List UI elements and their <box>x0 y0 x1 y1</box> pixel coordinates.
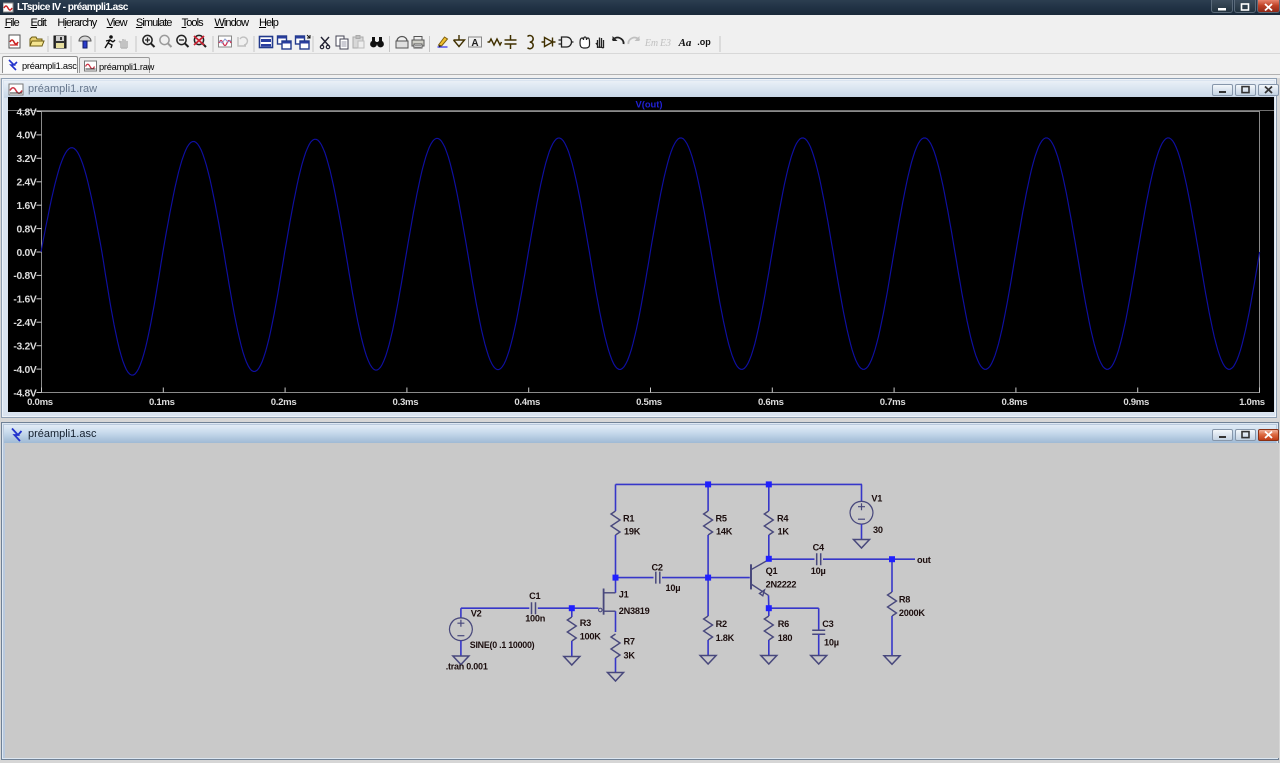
svg-text:R4: R4 <box>777 514 789 524</box>
svg-text:R3: R3 <box>580 618 591 628</box>
svg-text:2N2222: 2N2222 <box>766 580 797 590</box>
svg-text:C4: C4 <box>813 542 825 552</box>
svg-text:30: 30 <box>873 525 883 535</box>
svg-text:1.0ms: 1.0ms <box>1239 397 1265 408</box>
svg-text:V2: V2 <box>471 609 482 619</box>
svg-text:180: 180 <box>778 633 793 643</box>
svg-text:R8: R8 <box>899 594 910 604</box>
svg-text:0.8ms: 0.8ms <box>1002 397 1028 408</box>
svg-text:2N3819: 2N3819 <box>619 606 650 616</box>
svg-text:0.6ms: 0.6ms <box>758 397 784 408</box>
svg-text:3K: 3K <box>624 650 636 660</box>
svg-text:4.0V: 4.0V <box>17 131 37 142</box>
svg-text:R5: R5 <box>716 514 727 524</box>
svg-text:1.6V: 1.6V <box>17 201 37 212</box>
svg-text:A: A <box>471 38 478 49</box>
svg-text:out: out <box>917 555 931 565</box>
svg-text:Em: Em <box>644 38 658 49</box>
svg-text:C1: C1 <box>529 591 540 601</box>
svg-text:10µ: 10µ <box>824 638 839 648</box>
svg-text:0.3ms: 0.3ms <box>393 397 419 408</box>
svg-text:Q1: Q1 <box>766 566 778 576</box>
svg-text:.op: .op <box>697 37 711 47</box>
svg-text:1K: 1K <box>778 527 790 537</box>
svg-text:-4.0V: -4.0V <box>13 365 37 376</box>
svg-text:Aa: Aa <box>678 37 692 49</box>
svg-text:2000K: 2000K <box>899 608 925 618</box>
svg-text:-1.6V: -1.6V <box>13 295 37 306</box>
svg-text:3.2V: 3.2V <box>17 154 37 165</box>
svg-text:0.0ms: 0.0ms <box>27 397 53 408</box>
svg-text:19K: 19K <box>624 527 641 537</box>
svg-text:14K: 14K <box>716 527 733 537</box>
svg-text:0.5ms: 0.5ms <box>636 397 662 408</box>
svg-text:0.7ms: 0.7ms <box>880 397 906 408</box>
svg-text:R6: R6 <box>778 619 789 629</box>
svg-text:.tran 0.001: .tran 0.001 <box>446 661 488 671</box>
svg-text:100n: 100n <box>525 613 546 623</box>
svg-text:C2: C2 <box>652 563 663 573</box>
svg-text:C3: C3 <box>822 619 833 629</box>
svg-text:0.4ms: 0.4ms <box>514 397 540 408</box>
svg-text:0.2ms: 0.2ms <box>271 397 297 408</box>
svg-text:R7: R7 <box>624 636 635 646</box>
svg-text:E3: E3 <box>659 38 671 49</box>
svg-text:V1: V1 <box>871 494 882 504</box>
svg-text:1.8K: 1.8K <box>716 633 735 643</box>
svg-text:0.1ms: 0.1ms <box>149 397 175 408</box>
svg-text:0.8V: 0.8V <box>17 224 37 235</box>
svg-text:0.0V: 0.0V <box>17 248 37 259</box>
svg-text:100K: 100K <box>580 631 602 641</box>
svg-text:4.8V: 4.8V <box>17 107 37 118</box>
svg-text:J1: J1 <box>619 590 629 600</box>
svg-text:-0.8V: -0.8V <box>13 271 37 282</box>
svg-text:2.4V: 2.4V <box>17 178 37 189</box>
svg-text:-3.2V: -3.2V <box>13 342 37 353</box>
svg-text:V(out): V(out) <box>635 99 662 110</box>
svg-text:-2.4V: -2.4V <box>13 318 37 329</box>
svg-text:10µ: 10µ <box>666 583 681 593</box>
svg-text:10µ: 10µ <box>811 566 826 576</box>
svg-text:R1: R1 <box>623 514 634 524</box>
svg-text:0.9ms: 0.9ms <box>1123 397 1149 408</box>
svg-text:SINE(0 .1 10000): SINE(0 .1 10000) <box>470 640 535 650</box>
svg-text:R2: R2 <box>716 619 727 629</box>
